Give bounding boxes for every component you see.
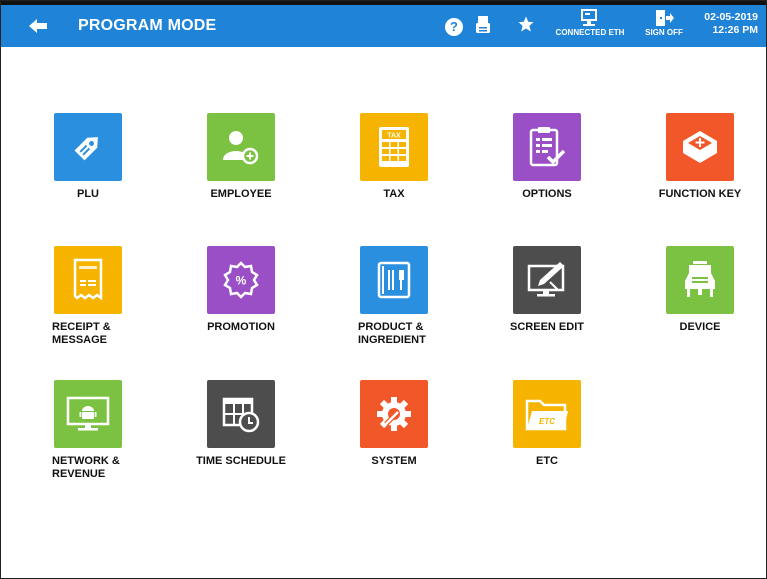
tile-options-label: OPTIONS [522,188,572,200]
network-monitor-icon [581,9,597,26]
tile-etc-label: ETC [536,455,558,467]
printer-icon[interactable] [475,15,491,35]
discount-badge-icon: % [223,261,259,299]
tile-product-ingredient-box[interactable] [360,246,428,314]
device-icon [685,261,715,297]
tile-etc[interactable]: ETC ETC [487,380,607,468]
tile-device[interactable]: DEVICE [640,246,760,334]
tile-device-box[interactable] [666,246,734,314]
page-title: PROGRAM MODE [78,17,217,34]
tile-employee-label: EMPLOYEE [210,188,272,200]
tile-tax-label: TAX [383,188,405,200]
tile-screen-edit-label: SCREEN EDIT [510,321,584,333]
tile-network-revenue-label: NETWORK & REVENUE [52,455,120,480]
top-bar: PROGRAM MODE ? CONNECTED ETH SIGN OFF 02… [1,1,766,47]
date-time: 02-05-2019 12:26 PM [704,11,758,37]
tile-network-revenue[interactable]: NETWORK & REVENUE [28,380,148,481]
tile-promotion-label: PROMOTION [207,321,275,333]
tile-employee[interactable]: EMPLOYEE [181,113,301,201]
back-arrow-icon[interactable] [27,16,49,36]
svg-text:TAX: TAX [387,133,401,140]
gear-wrench-icon [377,397,411,431]
tile-time-schedule[interactable]: TIME SCHEDULE [181,380,301,468]
calendar-clock-icon [222,397,260,433]
tile-product-ingredient-label: PRODUCT & INGREDIENT [358,321,426,346]
tile-receipt-message-box[interactable] [54,246,122,314]
tile-receipt-message[interactable]: RECEIPT & MESSAGE [28,246,148,347]
tile-screen-edit[interactable]: SCREEN EDIT [487,246,607,334]
tile-options[interactable]: OPTIONS [487,113,607,201]
tile-plu[interactable]: PLU [28,113,148,201]
tile-tax[interactable]: TAX TAX [334,113,454,201]
tile-function-key-label: FUNCTION KEY [658,188,742,200]
tile-receipt-message-label: RECEIPT & MESSAGE [52,321,111,346]
tile-plu-label: PLU [77,188,99,200]
tile-device-label: DEVICE [679,321,721,333]
app-window: PROGRAM MODE ? CONNECTED ETH SIGN OFF 02… [0,0,767,579]
price-tag-icon [74,137,98,161]
clipboard-check-icon [529,127,566,167]
connection-label: CONNECTED ETH [555,28,625,37]
star-icon[interactable] [517,15,535,33]
time-text: 12:26 PM [712,24,758,36]
tile-time-schedule-label: TIME SCHEDULE [196,455,286,467]
tile-system-label: SYSTEM [371,455,417,467]
sign-off-icon [656,10,674,26]
tile-etc-box[interactable]: ETC [513,380,581,448]
tile-screen-edit-box[interactable] [513,246,581,314]
tile-system[interactable]: SYSTEM [334,380,454,468]
key-icon [683,131,717,163]
folder-icon: ETC [525,399,568,431]
tile-network-revenue-box[interactable] [54,380,122,448]
menu-book-icon [377,261,411,299]
tile-employee-box[interactable] [207,113,275,181]
connection-status[interactable]: CONNECTED ETH [553,9,627,37]
tile-promotion[interactable]: % PROMOTION [181,246,301,334]
tile-plu-box[interactable] [54,113,122,181]
tile-time-schedule-box[interactable] [207,380,275,448]
date-text: 02-05-2019 [704,11,758,23]
tile-function-key-box[interactable] [666,113,734,181]
sign-off-label: SIGN OFF [645,28,683,37]
tax-calculator-icon: TAX [379,127,409,167]
folder-etc-text: ETC [539,417,555,426]
tile-function-key[interactable]: FUNCTION KEY [640,113,760,201]
monitor-edit-icon [527,262,565,297]
sign-off-button[interactable]: SIGN OFF [641,9,687,37]
receipt-icon [73,258,103,301]
tile-options-box[interactable] [513,113,581,181]
tile-promotion-box[interactable]: % [207,246,275,314]
tile-tax-box[interactable]: TAX [360,113,428,181]
tile-system-box[interactable] [360,380,428,448]
help-icon[interactable]: ? [445,18,463,36]
android-monitor-icon [66,396,110,431]
tile-product-ingredient[interactable]: PRODUCT & INGREDIENT [334,246,454,347]
add-user-icon [223,131,259,165]
svg-text:%: % [236,274,247,288]
